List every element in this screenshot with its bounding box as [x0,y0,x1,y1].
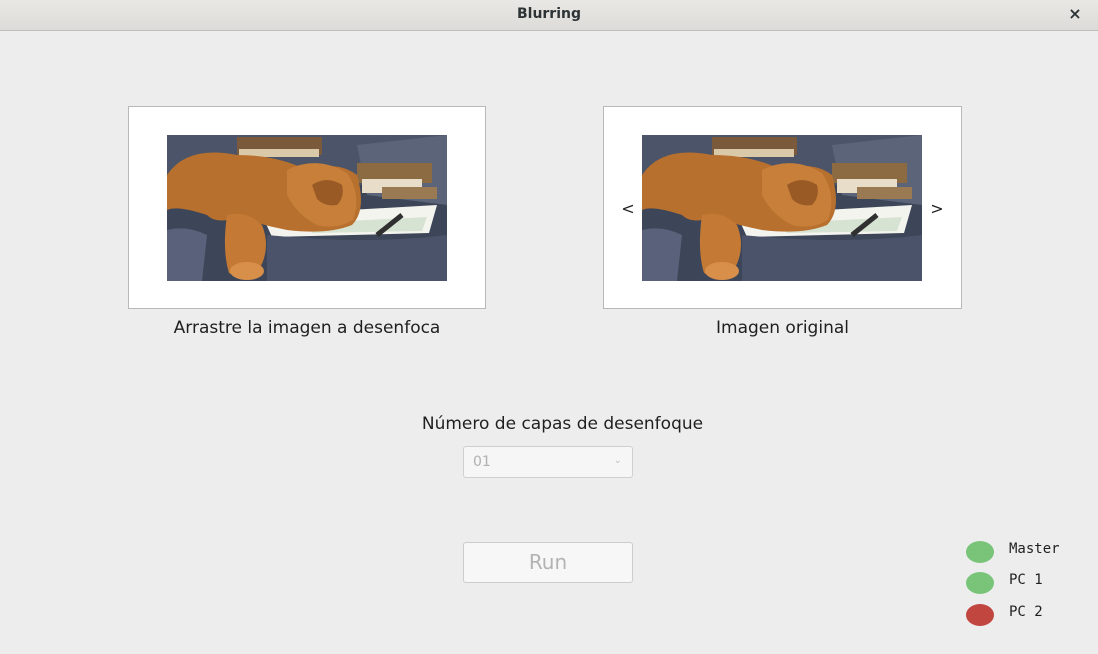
run-button[interactable]: Run [463,542,633,583]
close-button[interactable]: × [1066,4,1084,24]
dog-photo-icon [642,135,922,281]
blur-target-caption: Arrastre la imagen a desenfoca [128,318,486,338]
chevron-left-icon: < [621,199,635,218]
blur-layers-value: 01 [473,454,491,470]
previous-image-button[interactable]: < [621,199,635,218]
next-image-button[interactable]: > [930,199,944,218]
node-label: PC 1 [1009,572,1043,588]
dog-photo-icon [167,135,447,281]
window-title: Blurring [516,6,582,22]
node-label: Master [1009,541,1060,557]
blurring-window: Blurring × < > Arrastre la imagen a dese… [0,0,1098,654]
status-indicator-icon [966,572,994,594]
chevron-right-icon: > [930,199,944,218]
blur-layers-select[interactable]: 01 ⌄ [463,446,633,478]
original-image-caption: Imagen original [716,318,849,338]
status-indicator-icon [966,541,994,563]
blur-layers-label: Número de capas de desenfoque [421,414,704,434]
close-icon: × [1068,4,1082,23]
dog-photo-blur-target [167,135,447,281]
original-image-viewer: < > [603,106,962,309]
chevron-down-icon: ⌄ [613,455,622,466]
status-indicator-icon [966,604,994,626]
node-label: PC 2 [1009,604,1043,620]
blur-target-caption-text: Arrastre la imagen a desenfoca [173,318,441,338]
dog-photo-original [642,135,922,281]
blur-target-drop-area[interactable] [128,106,486,309]
title-bar: Blurring × [0,0,1098,31]
